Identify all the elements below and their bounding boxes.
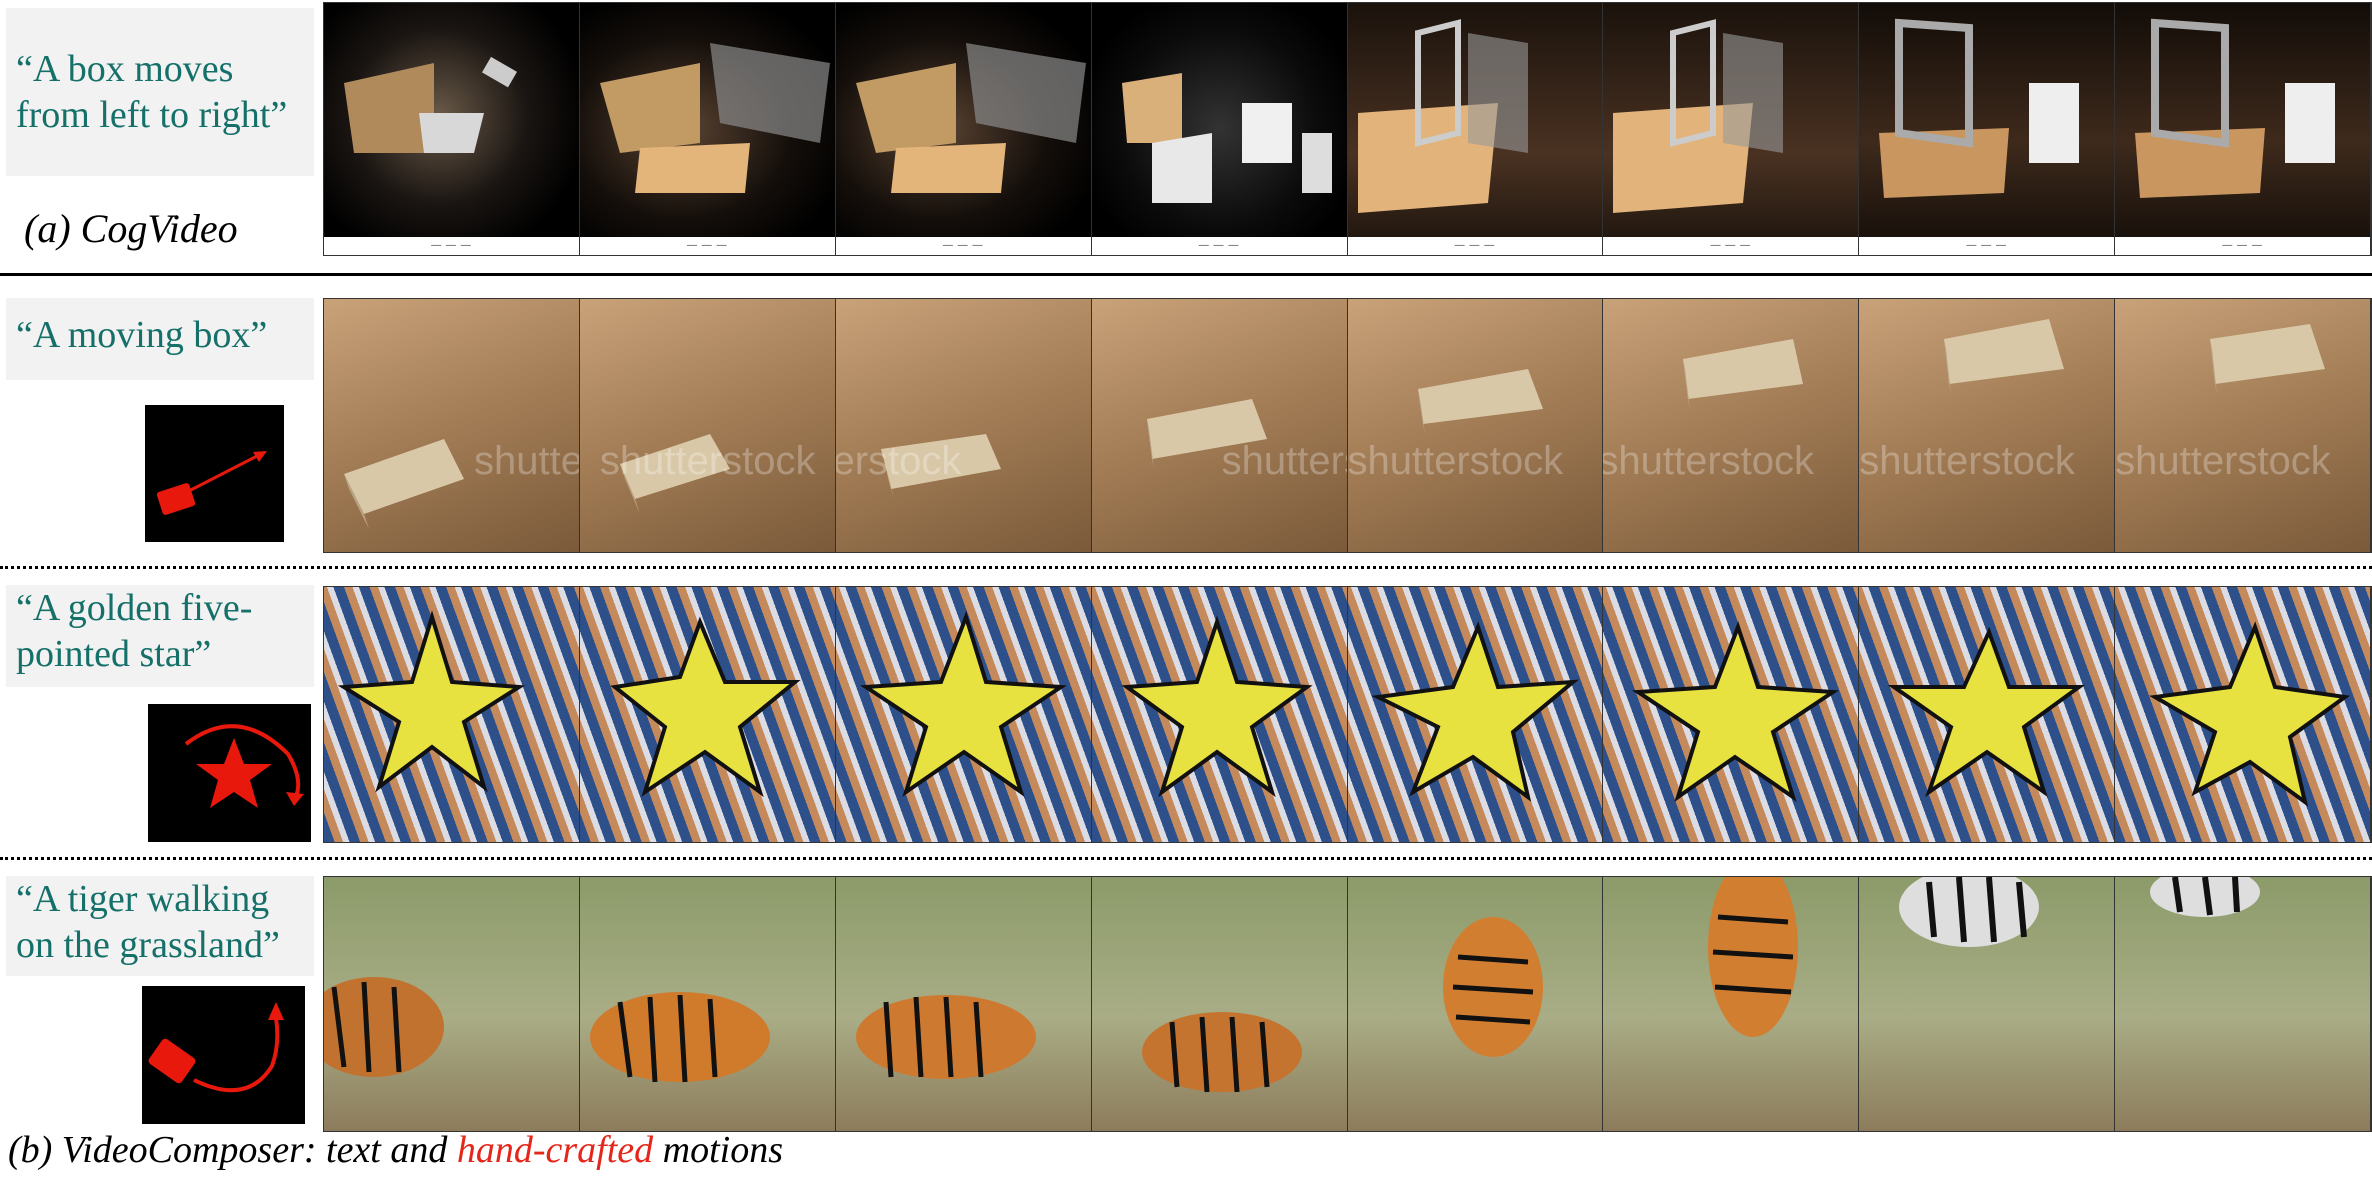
- video-frame: [2115, 587, 2371, 842]
- watermark: shutterstock: [1859, 439, 2075, 483]
- prompt-line: “A moving box”: [16, 314, 268, 356]
- video-frame: — — —: [835, 3, 1092, 255]
- video-frame: [835, 877, 1092, 1131]
- video-frame: [1091, 877, 1348, 1131]
- prompt-line: “A golden five-: [16, 587, 253, 629]
- video-frame: shutterstock: [579, 299, 836, 552]
- caption-part1: (b) VideoComposer: text and: [8, 1129, 457, 1171]
- prompt-line: on the grassland”: [16, 924, 280, 966]
- watermark: shutterstock: [836, 439, 962, 483]
- section-divider: [0, 566, 2372, 569]
- videocomposer-caption: (b) VideoComposer: text and hand-crafted…: [8, 1128, 783, 1172]
- video-frame: shutterstock: [2115, 299, 2371, 552]
- box-with-straight-arrow-icon: [145, 405, 284, 542]
- video-frame: shutterstock: [324, 299, 580, 552]
- video-frame: shutterstock: [1603, 299, 1860, 552]
- video-frame: — — —: [1091, 3, 1348, 255]
- video-frame: shutterstock: [1347, 299, 1604, 552]
- video-frame: — — —: [324, 3, 580, 255]
- watermark: shutterstock: [1347, 439, 1564, 483]
- video-frame: [324, 877, 580, 1131]
- section-divider: [0, 857, 2372, 860]
- prompt-tiger: “A tiger walking on the grassland”: [6, 876, 314, 976]
- video-frame: [579, 877, 836, 1131]
- tiger-frames: [323, 876, 2372, 1132]
- prompt-line: from left to right”: [16, 94, 288, 136]
- video-frame: shutterstock: [1859, 299, 2116, 552]
- caption-part2: motions: [653, 1129, 784, 1171]
- video-frame: shutterstock: [835, 299, 1092, 552]
- video-frame: [1347, 877, 1604, 1131]
- video-frame: shutterstock: [1091, 299, 1348, 552]
- video-frame: — — —: [2115, 3, 2371, 255]
- prompt-moving-box: “A moving box”: [6, 298, 314, 380]
- video-frame: [2115, 877, 2371, 1131]
- watermark: shutterstock: [1221, 439, 1347, 483]
- star-with-curved-arrow-icon: [148, 704, 311, 842]
- prompt-box-moves: “A box moves from left to right”: [6, 8, 314, 176]
- prompt-line: pointed star”: [16, 633, 212, 675]
- video-frame: — — —: [1603, 3, 1860, 255]
- video-frame: — — —: [579, 3, 836, 255]
- watermark: shutterstock: [2115, 439, 2331, 483]
- video-frame: [1091, 587, 1348, 842]
- star-frames: [323, 586, 2372, 843]
- prompt-line: “A box moves: [16, 48, 234, 90]
- video-frame: [835, 587, 1092, 842]
- video-frame: [1603, 587, 1860, 842]
- box-frames: shutterstock shutterstock shutterstock s…: [323, 298, 2372, 553]
- watermark: shutterstock: [599, 439, 816, 483]
- cogvideo-frames: — — — — — — — — — — — — — — — — — — — — …: [323, 2, 2372, 256]
- video-frame: — — —: [1347, 3, 1604, 255]
- caption-highlight: hand-crafted: [456, 1129, 654, 1171]
- video-frame: [1347, 587, 1604, 842]
- video-frame: [324, 587, 580, 842]
- prompt-golden-star: “A golden five- pointed star”: [6, 585, 314, 687]
- video-frame: [1603, 877, 1860, 1131]
- cogvideo-label: (a) CogVideo: [24, 206, 238, 251]
- prompt-line: “A tiger walking: [16, 878, 270, 920]
- video-frame: [579, 587, 836, 842]
- box-with-curved-arrow-icon: [142, 986, 305, 1124]
- watermark: shutterstock: [1603, 439, 1815, 483]
- video-frame: [1859, 587, 2116, 842]
- section-divider: [0, 273, 2372, 276]
- video-frame: [1859, 877, 2116, 1131]
- video-frame: — — —: [1859, 3, 2116, 255]
- watermark: shutterstock: [474, 439, 580, 483]
